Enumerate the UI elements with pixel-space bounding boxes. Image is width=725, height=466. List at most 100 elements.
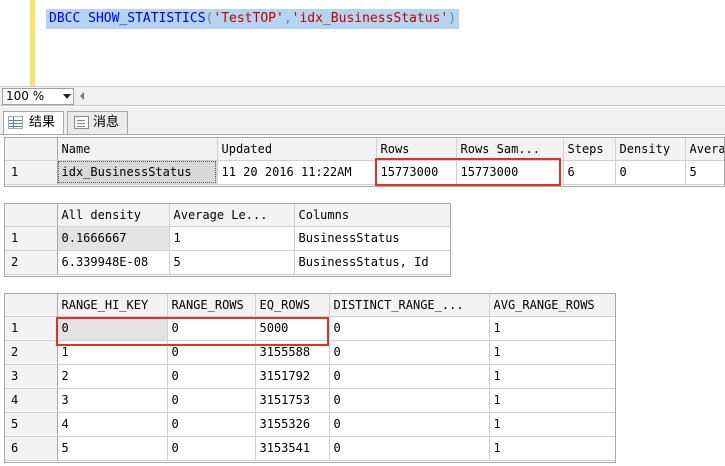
- table-cell[interactable]: 1: [57, 340, 168, 365]
- table-cell[interactable]: 3155326: [255, 412, 330, 437]
- table-row[interactable]: 2 6.339948E-08 5 BusinessStatus, Id: [5, 250, 450, 275]
- table-cell[interactable]: 0: [167, 340, 256, 365]
- tab-messages[interactable]: 消息: [67, 111, 128, 134]
- column-header[interactable]: All density: [57, 204, 170, 227]
- results-pane: Name Updated Rows Rows Sam... Steps Dens…: [0, 134, 725, 466]
- column-header[interactable]: AVG_RANGE_ROWS: [489, 294, 615, 317]
- table-row[interactable]: 4 3 0 3151753 0 1: [5, 388, 615, 413]
- table-cell[interactable]: 1: [489, 412, 615, 437]
- column-header[interactable]: Updated: [217, 138, 377, 161]
- table-cell[interactable]: 5: [57, 436, 168, 461]
- row-number[interactable]: 5: [5, 412, 58, 437]
- column-header[interactable]: Density: [615, 138, 686, 161]
- scroll-left-icon[interactable]: [80, 92, 84, 100]
- query-keyword: DBCC SHOW_STATISTICS: [49, 11, 206, 26]
- change-tracking-bar: [30, 0, 35, 86]
- table-cell[interactable]: 3: [57, 388, 168, 413]
- table-row[interactable]: 6 5 0 3153541 0 1: [5, 436, 615, 461]
- chevron-down-icon[interactable]: [63, 94, 71, 99]
- zoom-bar: 100 %: [0, 86, 725, 106]
- query-index-arg: 'idx_BusinessStatus': [291, 11, 449, 26]
- table-cell[interactable]: BusinessStatus, Id: [294, 250, 450, 275]
- column-header[interactable]: EQ_ROWS: [255, 294, 330, 317]
- column-header[interactable]: DISTINCT_RANGE_...: [329, 294, 490, 317]
- table-cell[interactable]: 0: [329, 412, 490, 437]
- table-cell[interactable]: 6.339948E-08: [57, 250, 170, 275]
- query-editor[interactable]: DBCC SHOW_STATISTICS('TestTOP','idx_Busi…: [0, 0, 725, 86]
- table-cell[interactable]: 0: [329, 436, 490, 461]
- table-cell[interactable]: 0: [329, 364, 490, 389]
- table-cell[interactable]: 11 20 2016 11:22AM: [217, 160, 377, 185]
- query-table-arg: 'TestTOP': [213, 11, 284, 26]
- table-cell[interactable]: 1: [489, 340, 615, 365]
- editor-gutter: [0, 0, 30, 86]
- message-icon: [74, 116, 89, 129]
- density-grid[interactable]: All density Average Le... Columns 1 0.16…: [4, 203, 451, 277]
- column-header[interactable]: RANGE_ROWS: [167, 294, 256, 317]
- table-cell[interactable]: 3151753: [255, 388, 330, 413]
- table-cell[interactable]: 15773000: [376, 160, 457, 185]
- table-cell[interactable]: 3151792: [255, 364, 330, 389]
- query-comma: ,: [283, 11, 292, 26]
- table-cell[interactable]: 1: [489, 388, 615, 413]
- table-cell[interactable]: 2: [57, 364, 168, 389]
- column-header[interactable]: Rows Sam...: [456, 138, 564, 161]
- table-cell[interactable]: 1: [169, 226, 295, 251]
- table-cell[interactable]: 15773000: [456, 160, 564, 185]
- table-cell[interactable]: 0: [329, 316, 490, 341]
- table-cell[interactable]: 6: [563, 160, 616, 185]
- table-cell[interactable]: 1: [489, 436, 615, 461]
- table-cell[interactable]: 0.1666667: [57, 226, 170, 251]
- row-number[interactable]: 6: [5, 436, 58, 461]
- results-tabs: 结果 消息: [0, 107, 725, 135]
- zoom-value: 100 %: [6, 89, 45, 103]
- grid3-header-row: RANGE_HI_KEY RANGE_ROWS EQ_ROWS DISTINCT…: [5, 294, 615, 317]
- table-cell[interactable]: 0: [329, 340, 490, 365]
- table-cell[interactable]: 0: [167, 412, 256, 437]
- tab-results[interactable]: 结果: [3, 111, 64, 135]
- column-header[interactable]: Steps: [563, 138, 616, 161]
- table-cell[interactable]: 0: [329, 388, 490, 413]
- row-number[interactable]: 2: [5, 250, 58, 275]
- column-header[interactable]: Average Le...: [169, 204, 295, 227]
- table-cell[interactable]: 1: [489, 316, 615, 341]
- table-row[interactable]: 1 idx_BusinessStatus 11 20 2016 11:22AM …: [5, 160, 724, 185]
- grid2-header-row: All density Average Le... Columns: [5, 204, 450, 227]
- column-header[interactable]: Rows: [376, 138, 457, 161]
- histogram-grid[interactable]: RANGE_HI_KEY RANGE_ROWS EQ_ROWS DISTINCT…: [4, 293, 616, 463]
- row-number[interactable]: 2: [5, 340, 58, 365]
- row-number[interactable]: 4: [5, 388, 58, 413]
- grid1-header-row: Name Updated Rows Rows Sam... Steps Dens…: [5, 138, 724, 161]
- column-header[interactable]: Columns: [294, 204, 450, 227]
- table-cell[interactable]: 0: [167, 364, 256, 389]
- row-number[interactable]: 3: [5, 364, 58, 389]
- table-cell[interactable]: 0: [615, 160, 686, 185]
- table-cell[interactable]: 4: [57, 412, 168, 437]
- table-cell[interactable]: 0: [167, 316, 256, 341]
- table-row[interactable]: 2 1 0 3155588 0 1: [5, 340, 615, 365]
- table-cell[interactable]: 3153541: [255, 436, 330, 461]
- table-cell[interactable]: 3155588: [255, 340, 330, 365]
- row-number[interactable]: 1: [5, 160, 58, 185]
- column-header[interactable]: Name: [57, 138, 218, 161]
- column-header[interactable]: Avera: [685, 138, 724, 161]
- table-cell[interactable]: idx_BusinessStatus: [57, 160, 218, 185]
- query-line[interactable]: DBCC SHOW_STATISTICS('TestTOP','idx_Busi…: [46, 9, 460, 29]
- table-cell[interactable]: 0: [167, 388, 256, 413]
- table-cell[interactable]: 0: [57, 316, 168, 341]
- table-cell[interactable]: 0: [167, 436, 256, 461]
- table-cell[interactable]: 5: [169, 250, 295, 275]
- table-row[interactable]: 5 4 0 3155326 0 1: [5, 412, 615, 437]
- row-number[interactable]: 1: [5, 316, 58, 341]
- table-cell[interactable]: 5: [685, 160, 724, 185]
- table-cell[interactable]: 1: [489, 364, 615, 389]
- zoom-select[interactable]: 100 %: [2, 88, 74, 105]
- table-row[interactable]: 1 0 0 5000 0 1: [5, 316, 615, 341]
- stats-header-grid[interactable]: Name Updated Rows Rows Sam... Steps Dens…: [4, 137, 725, 187]
- table-cell[interactable]: 5000: [255, 316, 330, 341]
- row-number[interactable]: 1: [5, 226, 58, 251]
- table-row[interactable]: 3 2 0 3151792 0 1: [5, 364, 615, 389]
- table-cell[interactable]: BusinessStatus: [294, 226, 450, 251]
- column-header[interactable]: RANGE_HI_KEY: [57, 294, 168, 317]
- table-row[interactable]: 1 0.1666667 1 BusinessStatus: [5, 226, 450, 251]
